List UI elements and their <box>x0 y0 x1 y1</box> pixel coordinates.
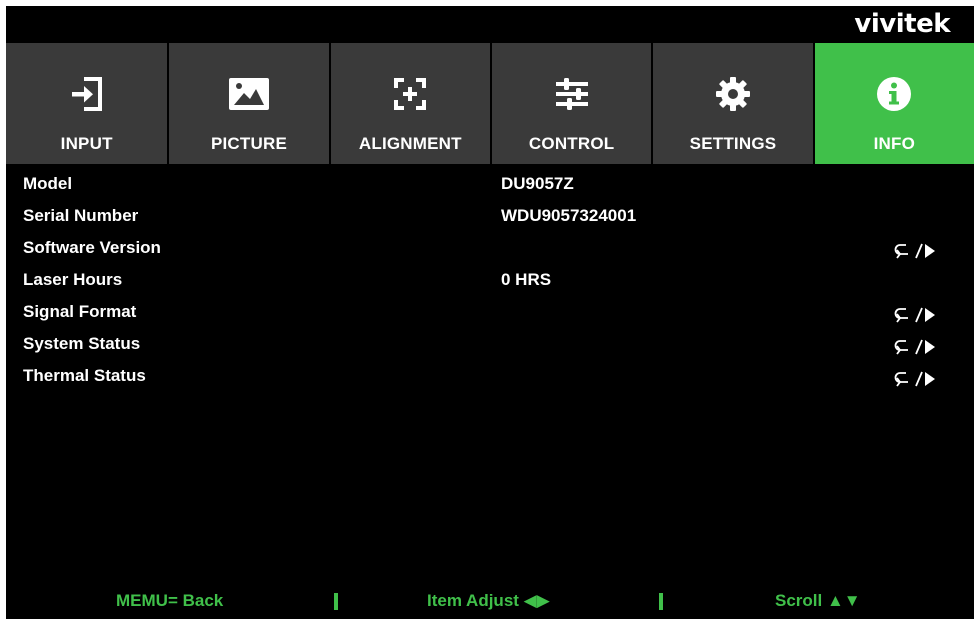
tab-alignment-label: ALIGNMENT <box>358 134 462 153</box>
info-row-serial-number: Serial Number WDU9057324001 <box>6 202 974 234</box>
tab-picture-label: PICTURE <box>210 134 287 153</box>
tab-input[interactable]: INPUT <box>6 43 168 164</box>
tab-control-label: CONTROL <box>528 134 615 153</box>
row-label: System Status <box>23 334 141 353</box>
brand-logo: vivitek <box>854 9 950 39</box>
picture-icon <box>228 76 270 112</box>
row-label: Signal Format <box>23 302 137 321</box>
enter-right-icon[interactable] <box>894 241 936 261</box>
footer-scroll-hint: Scroll ▲▼ <box>775 591 861 610</box>
tab-input-label: INPUT <box>60 134 113 153</box>
row-value: 0 HRS <box>501 270 552 289</box>
info-row-thermal-status[interactable]: Thermal Status <box>6 362 974 394</box>
enter-right-icon[interactable] <box>894 337 936 357</box>
footer-hint-bar: MEMU= Back Item Adjust ◀▶ Scroll ▲▼ <box>6 580 974 619</box>
info-icon <box>876 76 912 112</box>
alignment-icon <box>393 76 427 112</box>
footer-back-hint: MEMU= Back <box>116 591 224 610</box>
tab-bar: INPUT PICTURE ALIGNMENT CONTROL SETTINGS… <box>6 43 974 164</box>
tab-control[interactable]: CONTROL <box>489 43 652 164</box>
row-label: Laser Hours <box>23 270 123 289</box>
row-label: Thermal Status <box>23 366 146 385</box>
tab-settings[interactable]: SETTINGS <box>651 43 813 164</box>
footer-adjust-hint: Item Adjust ◀▶ <box>427 591 550 610</box>
info-row-model: Model DU9057Z <box>6 170 974 202</box>
header-bar: vivitek <box>6 6 974 43</box>
tab-info[interactable]: INFO <box>812 43 974 164</box>
tab-alignment[interactable]: ALIGNMENT <box>328 43 490 164</box>
row-label: Model <box>23 174 73 193</box>
info-row-software-version[interactable]: Software Version <box>6 234 974 266</box>
input-icon <box>70 76 104 112</box>
footer-divider <box>659 593 663 610</box>
osd-menu: vivitek INPUT PICTURE ALIGNMENT CONTROL … <box>6 6 974 619</box>
info-row-laser-hours: Laser Hours 0 HRS <box>6 266 974 298</box>
info-row-signal-format[interactable]: Signal Format <box>6 298 974 330</box>
tab-info-label: INFO <box>873 134 916 153</box>
footer-divider <box>334 593 338 610</box>
sliders-icon <box>554 76 590 112</box>
row-label: Serial Number <box>23 206 139 225</box>
info-row-system-status[interactable]: System Status <box>6 330 974 362</box>
row-value: WDU9057324001 <box>501 206 637 225</box>
row-value: DU9057Z <box>501 174 574 193</box>
enter-right-icon[interactable] <box>894 369 936 389</box>
info-list: Model DU9057Z Serial Number WDU905732400… <box>6 164 974 580</box>
tab-settings-label: SETTINGS <box>689 134 777 153</box>
enter-right-icon[interactable] <box>894 305 936 325</box>
gear-icon <box>715 76 751 112</box>
row-label: Software Version <box>23 238 161 257</box>
tab-picture[interactable]: PICTURE <box>167 43 329 164</box>
